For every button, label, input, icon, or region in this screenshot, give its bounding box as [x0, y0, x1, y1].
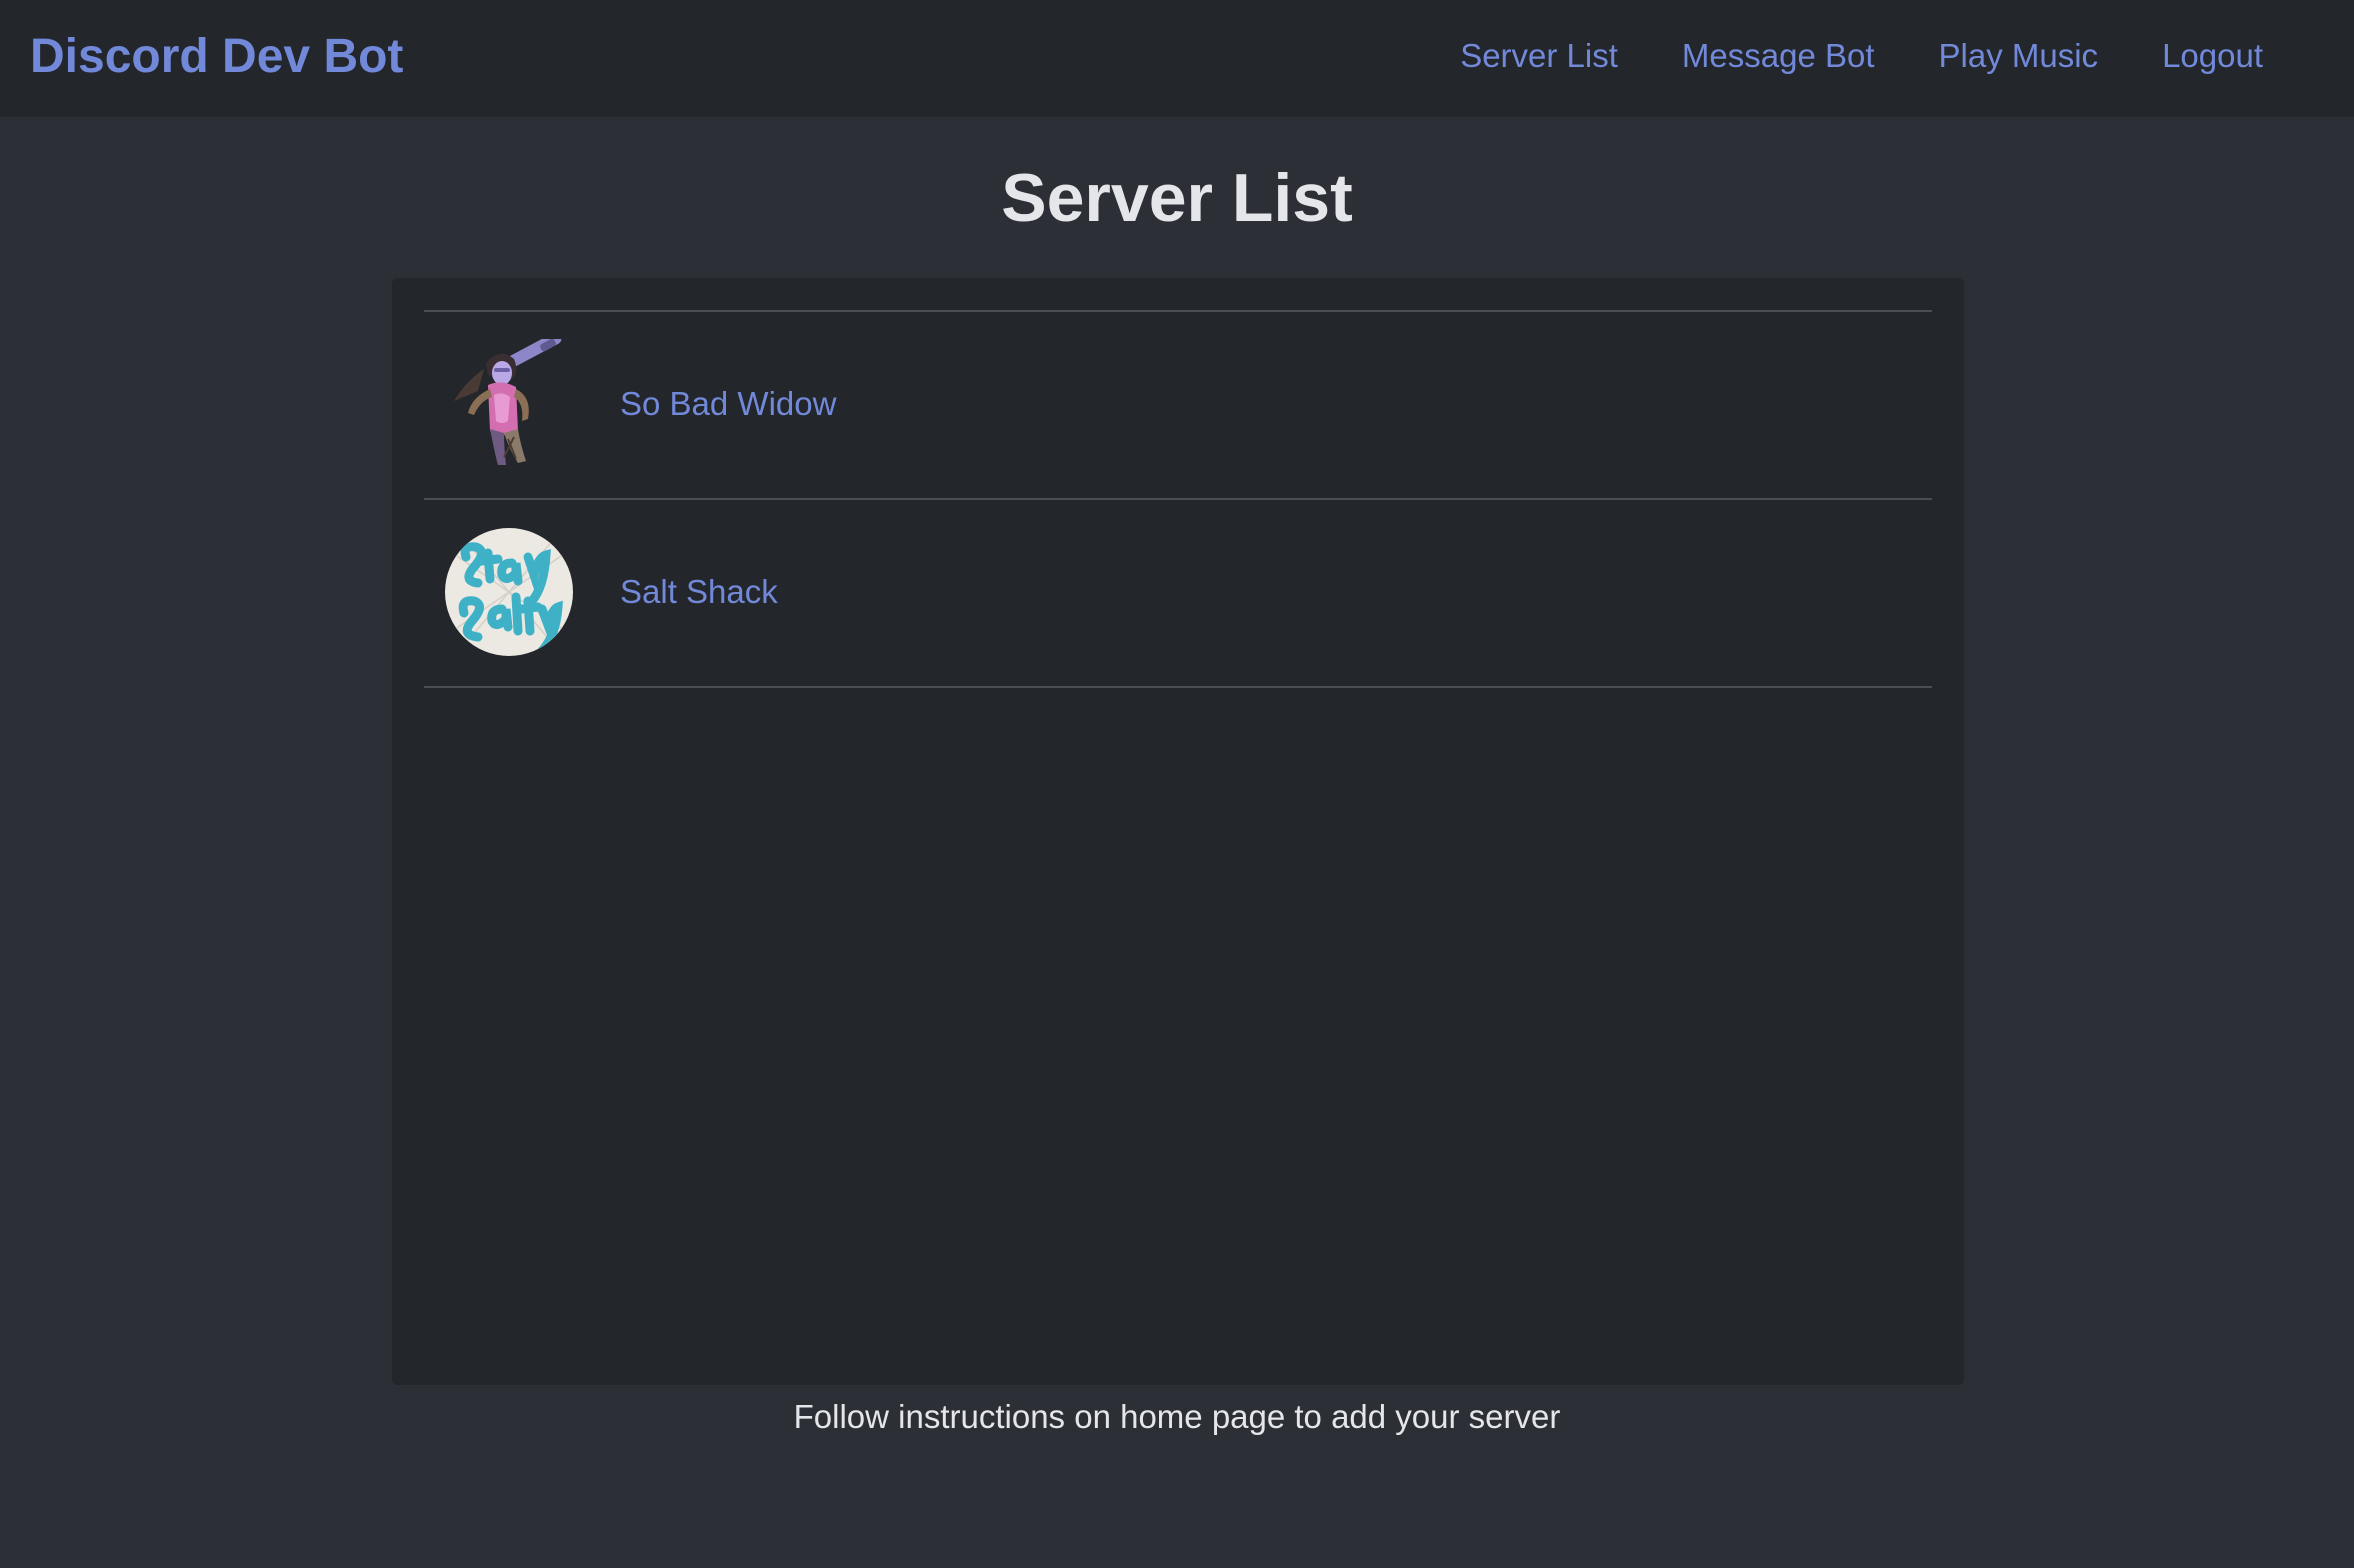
nav-link-server-list[interactable]: Server List [1460, 36, 1618, 76]
server-list: So Bad Widow Salt Shack [424, 310, 1932, 688]
server-row-salt-shack[interactable]: Salt Shack [424, 500, 1932, 688]
server-row-so-bad-widow[interactable]: So Bad Widow [424, 312, 1932, 500]
server-name-link[interactable]: So Bad Widow [620, 384, 836, 424]
brand-link[interactable]: Discord Dev Bot [30, 28, 403, 86]
stay-salty-lettering-avatar-icon[interactable] [444, 527, 574, 657]
widow-character-avatar-icon[interactable] [444, 339, 574, 469]
page-title: Server List [1001, 160, 1353, 236]
nav-link-message-bot[interactable]: Message Bot [1682, 36, 1875, 76]
nav-links: Server List Message Bot Play Music Logou… [1460, 36, 2263, 76]
nav-link-logout[interactable]: Logout [2162, 36, 2263, 76]
add-server-instructions: Follow instructions on home page to add … [793, 1398, 1561, 1435]
server-list-panel: So Bad Widow Salt Shack [392, 278, 1964, 1385]
nav-link-play-music[interactable]: Play Music [1939, 36, 2099, 76]
server-name-link[interactable]: Salt Shack [620, 572, 778, 612]
top-navbar: Discord Dev Bot Server List Message Bot … [0, 0, 2354, 117]
